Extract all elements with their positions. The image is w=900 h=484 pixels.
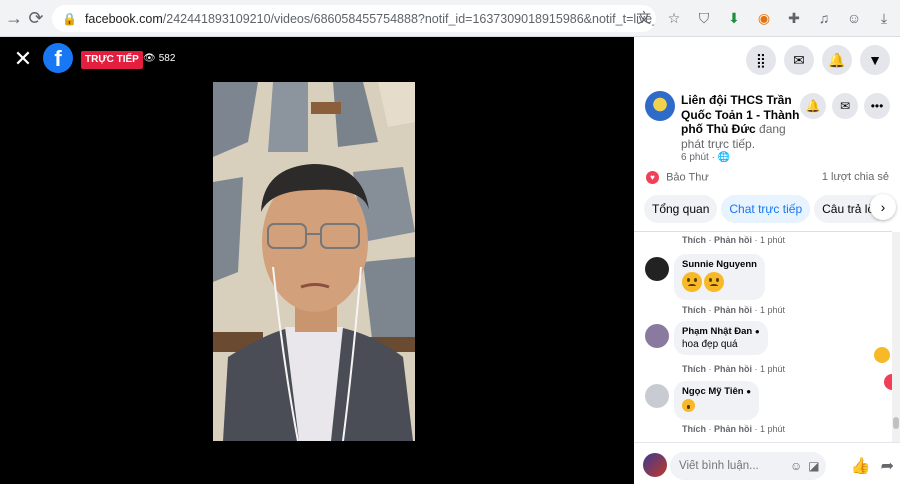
commenter-name[interactable]: Sunnie Nguyenn bbox=[682, 259, 757, 270]
account-dropdown-icon[interactable]: ▼ bbox=[860, 45, 890, 75]
smile-emoji-icon bbox=[682, 399, 695, 412]
facebook-logo-icon[interactable]: f bbox=[43, 43, 73, 73]
comment-meta: Thích · Phản hồi · 1 phút bbox=[682, 235, 786, 245]
downloads-icon[interactable]: ⤓ bbox=[872, 6, 896, 30]
commenter-name-label[interactable]: Ngọc Mỹ Tiên bbox=[682, 386, 744, 397]
live-badge: TRỰC TIẾP bbox=[81, 51, 143, 69]
comment-time: 1 phút bbox=[760, 364, 786, 374]
comment-meta: Thích · Phản hồi · 1 phút bbox=[682, 364, 786, 374]
badge-icon: ● bbox=[746, 387, 752, 396]
commenter-name: Ngọc Mỹ Tiên ● bbox=[682, 386, 751, 397]
comment-meta: Thích · Phản hồi · 1 phút bbox=[682, 305, 786, 315]
viewer-count: 👁 582 bbox=[143, 53, 175, 64]
page-avatar[interactable] bbox=[645, 91, 675, 121]
comment-time: 1 phút bbox=[760, 305, 786, 315]
url-path: /242441893109210/videos/686058455754888?… bbox=[162, 11, 656, 26]
more-options-icon[interactable]: ••• bbox=[864, 93, 890, 119]
like-link[interactable]: Thích bbox=[682, 305, 706, 315]
reload-icon[interactable]: ⟳ bbox=[22, 4, 50, 32]
sticker-icon[interactable]: ◪ bbox=[808, 459, 819, 473]
comment-composer: ☺ ◪ 👍 ➦ bbox=[634, 442, 900, 484]
comment-time: 1 phút bbox=[760, 235, 786, 245]
comment-meta: Thích · Phản hồi · 1 phút bbox=[682, 424, 786, 434]
tab-live-chat[interactable]: Chat trực tiếp bbox=[721, 195, 811, 223]
sad-emoji-icon bbox=[682, 272, 702, 292]
globe-icon: 🌐 bbox=[717, 152, 731, 163]
translate-icon[interactable]: 文 bbox=[632, 6, 656, 30]
star-icon[interactable]: ☆ bbox=[662, 6, 686, 30]
reply-link[interactable]: Phản hồi bbox=[714, 235, 752, 245]
like-link[interactable]: Thích bbox=[682, 235, 706, 245]
video-image bbox=[213, 82, 415, 441]
composer-actions: 👍 ➦ bbox=[851, 456, 894, 476]
comment-bubble: Sunnie Nguyenn bbox=[674, 254, 765, 300]
like-icon[interactable]: 👍 bbox=[851, 456, 871, 476]
tab-overview[interactable]: Tổng quan bbox=[644, 195, 718, 223]
share-icon[interactable]: ➦ bbox=[881, 456, 894, 476]
my-avatar[interactable] bbox=[643, 453, 667, 477]
profile-icon[interactable]: ☺ bbox=[842, 6, 866, 30]
sad-emoji-icon bbox=[704, 272, 724, 292]
lock-icon: 🔒 bbox=[62, 11, 77, 26]
eye-icon: 👁 bbox=[143, 53, 156, 64]
chevron-right-icon[interactable]: › bbox=[870, 194, 896, 220]
panel-tabs: Tổng quan Chat trực tiếp Câu trả lời bbox=[644, 195, 896, 223]
post-header-actions: 🔔 ✉ ••• bbox=[800, 93, 890, 119]
emoji-icon[interactable]: ☺ bbox=[790, 459, 802, 473]
post-time-label: 6 phút bbox=[681, 152, 709, 163]
top-nav-icons: ⣿ ✉ 🔔 ▼ bbox=[746, 45, 890, 75]
like-link[interactable]: Thích bbox=[682, 364, 706, 374]
share-count[interactable]: 1 lượt chia sẻ bbox=[822, 171, 889, 183]
reply-link[interactable]: Phản hồi bbox=[714, 305, 752, 315]
love-reaction-icon: ♥ bbox=[646, 171, 659, 184]
live-video-frame[interactable] bbox=[213, 82, 415, 441]
reaction-summary[interactable]: ♥ Bảo Thư 1 lượt chia sẻ bbox=[646, 171, 892, 184]
messenger-icon[interactable]: ✉ bbox=[784, 45, 814, 75]
address-bar[interactable]: 🔒 facebook.com/242441893109210/videos/68… bbox=[52, 5, 656, 32]
reaction-name: Bảo Thư bbox=[666, 171, 709, 184]
browser-toolbar: → ⟳ 🔒 facebook.com/242441893109210/video… bbox=[0, 0, 900, 37]
shield-icon[interactable]: ⛉ bbox=[692, 6, 716, 30]
messenger-page-icon[interactable]: ✉ bbox=[832, 93, 858, 119]
media-control-icon[interactable]: ♫ bbox=[812, 6, 836, 30]
badge-icon: ● bbox=[754, 327, 760, 336]
comment-bubble: Ngọc Mỹ Tiên ● bbox=[674, 381, 760, 420]
reply-link[interactable]: Phản hồi bbox=[714, 424, 752, 434]
like-link[interactable]: Thích bbox=[682, 424, 706, 434]
video-player[interactable]: ✕ f TRỰC TIẾP 👁 582 bbox=[0, 37, 634, 484]
comment-time: 1 phút bbox=[760, 424, 786, 434]
comment-text: hoa đẹp quá bbox=[682, 339, 738, 350]
follow-bell-icon[interactable]: 🔔 bbox=[800, 93, 826, 119]
floating-haha-reaction-icon bbox=[874, 347, 890, 363]
close-icon[interactable]: ✕ bbox=[12, 48, 34, 71]
avatar[interactable] bbox=[645, 257, 669, 281]
scrollbar-thumb[interactable] bbox=[893, 417, 899, 429]
download-extension-icon[interactable]: ⬇ bbox=[722, 6, 746, 30]
avatar[interactable] bbox=[645, 384, 669, 408]
notifications-bell-icon[interactable]: 🔔 bbox=[822, 45, 852, 75]
color-extension-icon[interactable]: ◉ bbox=[752, 6, 776, 30]
comment-list: Thích · Phản hồi · 1 phút Sunnie Nguyenn… bbox=[634, 232, 892, 442]
toolbar-icons: 文 ☆ ⛉ ⬇ ◉ ✚ ♫ ☺ ⤓ bbox=[632, 6, 896, 30]
scrollbar[interactable] bbox=[892, 232, 900, 442]
comment-bubble: Phạm Nhật Đan ● hoa đẹp quá bbox=[674, 321, 768, 355]
composer-icons: ☺ ◪ bbox=[790, 459, 820, 473]
viewer-count-label: 582 bbox=[158, 53, 176, 64]
live-side-panel: ⣿ ✉ 🔔 ▼ Liên đội THCS Trần Quốc Toản 1 -… bbox=[634, 37, 900, 484]
reply-link[interactable]: Phản hồi bbox=[714, 364, 752, 374]
menu-grid-icon[interactable]: ⣿ bbox=[746, 45, 776, 75]
post-header: Liên đội THCS Trần Quốc Toản 1 - Thành p… bbox=[681, 93, 801, 151]
commenter-name-label[interactable]: Phạm Nhật Đan bbox=[682, 326, 752, 337]
post-time: 6 phút · 🌐 bbox=[681, 152, 731, 163]
extensions-icon[interactable]: ✚ bbox=[782, 6, 806, 30]
avatar[interactable] bbox=[645, 324, 669, 348]
url-host: facebook.com bbox=[84, 11, 163, 26]
commenter-name: Phạm Nhật Đan ● bbox=[682, 326, 760, 337]
